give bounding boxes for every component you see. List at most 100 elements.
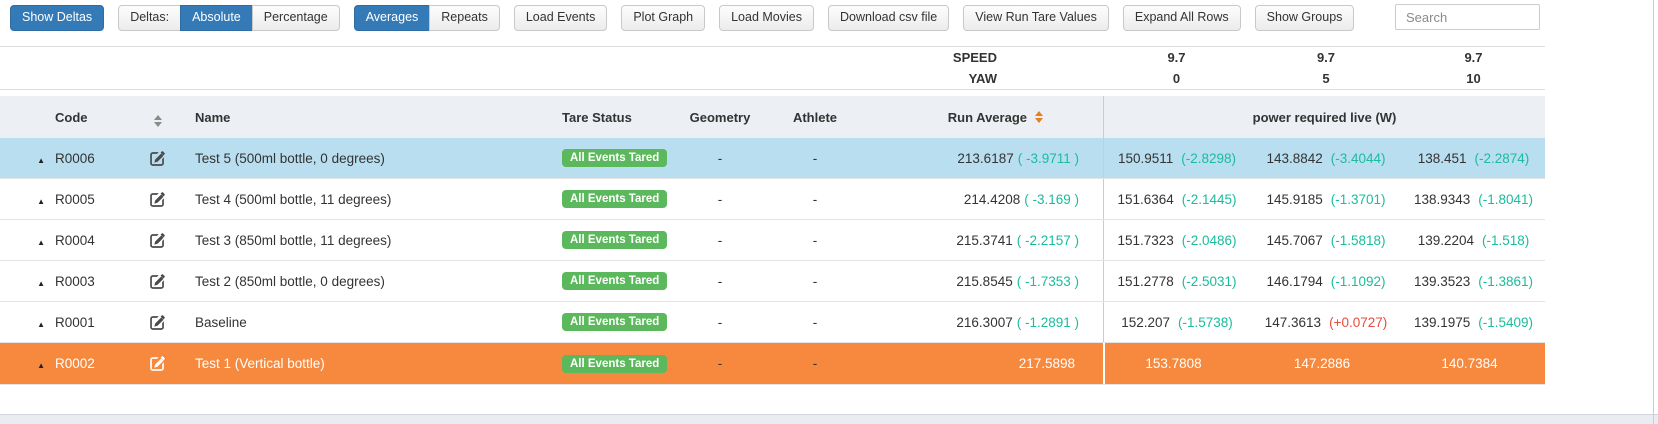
averages-repeats-group: Averages Repeats — [353, 5, 500, 31]
view-run-tare-values-button[interactable]: View Run Tare Values — [963, 5, 1109, 31]
load-events-button[interactable]: Load Events — [513, 5, 608, 31]
expand-triangle-icon[interactable]: ▲ — [37, 320, 45, 329]
run-average-header-label: Run Average — [947, 109, 1027, 125]
averages-button[interactable]: Averages — [353, 5, 431, 31]
deltas-absolute-button[interactable]: Absolute — [180, 5, 253, 31]
power-cell: 151.2778 (-2.5031) — [1103, 261, 1250, 301]
power-cell: 150.9511 (-2.8298) — [1103, 138, 1250, 178]
edit-icon[interactable] — [150, 274, 165, 289]
speed-value: 9.7 — [1167, 50, 1186, 65]
show-groups-button[interactable]: Show Groups — [1254, 5, 1355, 31]
tare-status-badge: All Events Tared — [562, 149, 668, 167]
show-deltas-button[interactable]: Show Deltas — [10, 5, 105, 31]
yaw-value: 10 — [1466, 71, 1481, 86]
bottom-bar — [0, 414, 1658, 424]
toolbar: Show Deltas Deltas: Absolute Percentage … — [0, 0, 1658, 46]
table-row[interactable]: ▲ R0003 Test 2 (850ml bottle, 0 degrees)… — [0, 261, 1545, 302]
tare-status-cell: All Events Tared — [540, 272, 680, 290]
power-cell: 153.7808 — [1103, 343, 1250, 384]
run-code: R0005 — [55, 191, 95, 207]
edit-icon[interactable] — [150, 151, 165, 166]
run-results-panel: Show Deltas Deltas: Absolute Percentage … — [0, 0, 1658, 424]
power-cell: 151.7323 (-2.0486) — [1103, 220, 1250, 260]
geometry-cell: - — [717, 273, 723, 289]
tare-status-badge: All Events Tared — [562, 190, 668, 208]
edit-cell — [130, 191, 185, 207]
tare-status-cell: All Events Tared — [540, 190, 680, 208]
yaw-value: 0 — [1172, 71, 1181, 86]
edit-icon[interactable] — [150, 356, 165, 372]
table-row[interactable]: ▲ R0006 Test 5 (500ml bottle, 0 degrees)… — [0, 138, 1545, 179]
sort-icon-active[interactable] — [1035, 111, 1043, 123]
code-header[interactable]: Code — [55, 110, 130, 125]
run-name: Test 2 (850ml bottle, 0 degrees) — [195, 273, 385, 289]
power-cell: 139.2204 (-1.518) — [1417, 232, 1530, 248]
athlete-cell: - — [812, 356, 818, 371]
run-average-cell: 213.6187( -3.9711 ) — [957, 150, 1079, 166]
athlete-header: Athlete — [792, 109, 838, 125]
search-input[interactable] — [1395, 4, 1540, 30]
power-cell: 140.7384 — [1441, 356, 1498, 371]
plot-graph-button[interactable]: Plot Graph — [621, 5, 706, 31]
power-cell: 147.2886 — [1293, 356, 1351, 371]
table-row[interactable]: ▲ R0002 Test 1 (Vertical bottle) All Eve… — [0, 343, 1545, 385]
expand-triangle-icon[interactable]: ▲ — [37, 156, 45, 165]
run-code: R0003 — [55, 273, 95, 289]
expand-triangle-icon[interactable]: ▲ — [37, 361, 45, 370]
yaw-value: 5 — [1322, 71, 1330, 86]
edit-cell — [130, 150, 185, 166]
power-cell: 145.9185 (-1.3701) — [1266, 191, 1386, 207]
sort-icon[interactable] — [153, 114, 162, 127]
expand-cell: ▲ — [0, 315, 55, 330]
speed-row: SPEED 9.7 9.7 9.7 — [0, 46, 1545, 69]
table-row[interactable]: ▲ R0004 Test 3 (850ml bottle, 11 degrees… — [0, 220, 1545, 261]
table-row[interactable]: ▲ R0001 Baseline All Events Tared - - 21… — [0, 302, 1545, 343]
edit-cell — [130, 314, 185, 330]
power-cell: 138.451 (-2.2874) — [1417, 150, 1530, 166]
speed-label: SPEED — [952, 50, 997, 65]
run-name: Test 1 (Vertical bottle) — [195, 356, 325, 371]
tare-status-cell: All Events Tared — [540, 313, 680, 331]
deltas-label-button[interactable]: Deltas: — [118, 5, 182, 31]
code-header-sort[interactable] — [130, 108, 185, 127]
edit-cell — [130, 232, 185, 248]
athlete-cell: - — [812, 191, 818, 207]
geometry-cell: - — [717, 150, 723, 166]
edit-icon[interactable] — [150, 233, 165, 248]
expand-triangle-icon[interactable]: ▲ — [37, 279, 45, 288]
edit-cell — [130, 356, 185, 372]
edit-icon[interactable] — [150, 192, 165, 207]
run-average-cell: 215.8545( -1.7353 ) — [956, 273, 1079, 289]
run-average-header[interactable]: Run Average — [870, 110, 1103, 125]
run-name: Test 5 (500ml bottle, 0 degrees) — [195, 150, 385, 166]
load-movies-button[interactable]: Load Movies — [719, 5, 814, 31]
power-cell: 139.3523 (-1.3861) — [1413, 273, 1534, 289]
tare-status-cell: All Events Tared — [540, 231, 680, 249]
panel-right-border — [1653, 0, 1654, 424]
run-name: Test 4 (500ml bottle, 11 degrees) — [195, 191, 392, 207]
expand-triangle-icon[interactable]: ▲ — [37, 238, 45, 247]
tare-status-badge: All Events Tared — [562, 313, 668, 331]
tare-status-header: Tare Status — [562, 109, 632, 125]
expand-all-rows-button[interactable]: Expand All Rows — [1122, 5, 1241, 31]
deltas-percentage-button[interactable]: Percentage — [251, 5, 340, 31]
edit-cell — [130, 273, 185, 289]
download-csv-button[interactable]: Download csv file — [827, 5, 950, 31]
power-cell: 147.3613 (+0.0727) — [1264, 314, 1388, 330]
power-cell: 145.7067 (-1.5818) — [1266, 232, 1386, 248]
geometry-cell: - — [717, 191, 723, 207]
geometry-cell: - — [717, 314, 723, 330]
athlete-cell: - — [812, 314, 818, 330]
power-cell: 138.9343 (-1.8041) — [1413, 191, 1534, 207]
expand-cell: ▲ — [0, 192, 55, 207]
expand-cell: ▲ — [0, 356, 55, 371]
expand-triangle-icon[interactable]: ▲ — [37, 197, 45, 206]
run-average-cell: 215.3741( -2.2157 ) — [956, 232, 1079, 248]
table-row[interactable]: ▲ R0005 Test 4 (500ml bottle, 11 degrees… — [0, 179, 1545, 220]
power-cell: 152.207 (-1.5738) — [1103, 302, 1250, 342]
tare-status-cell: All Events Tared — [540, 354, 680, 373]
edit-icon[interactable] — [150, 315, 165, 330]
run-code: R0004 — [55, 232, 95, 248]
repeats-button[interactable]: Repeats — [429, 5, 500, 31]
speed-value: 9.7 — [1464, 50, 1483, 65]
